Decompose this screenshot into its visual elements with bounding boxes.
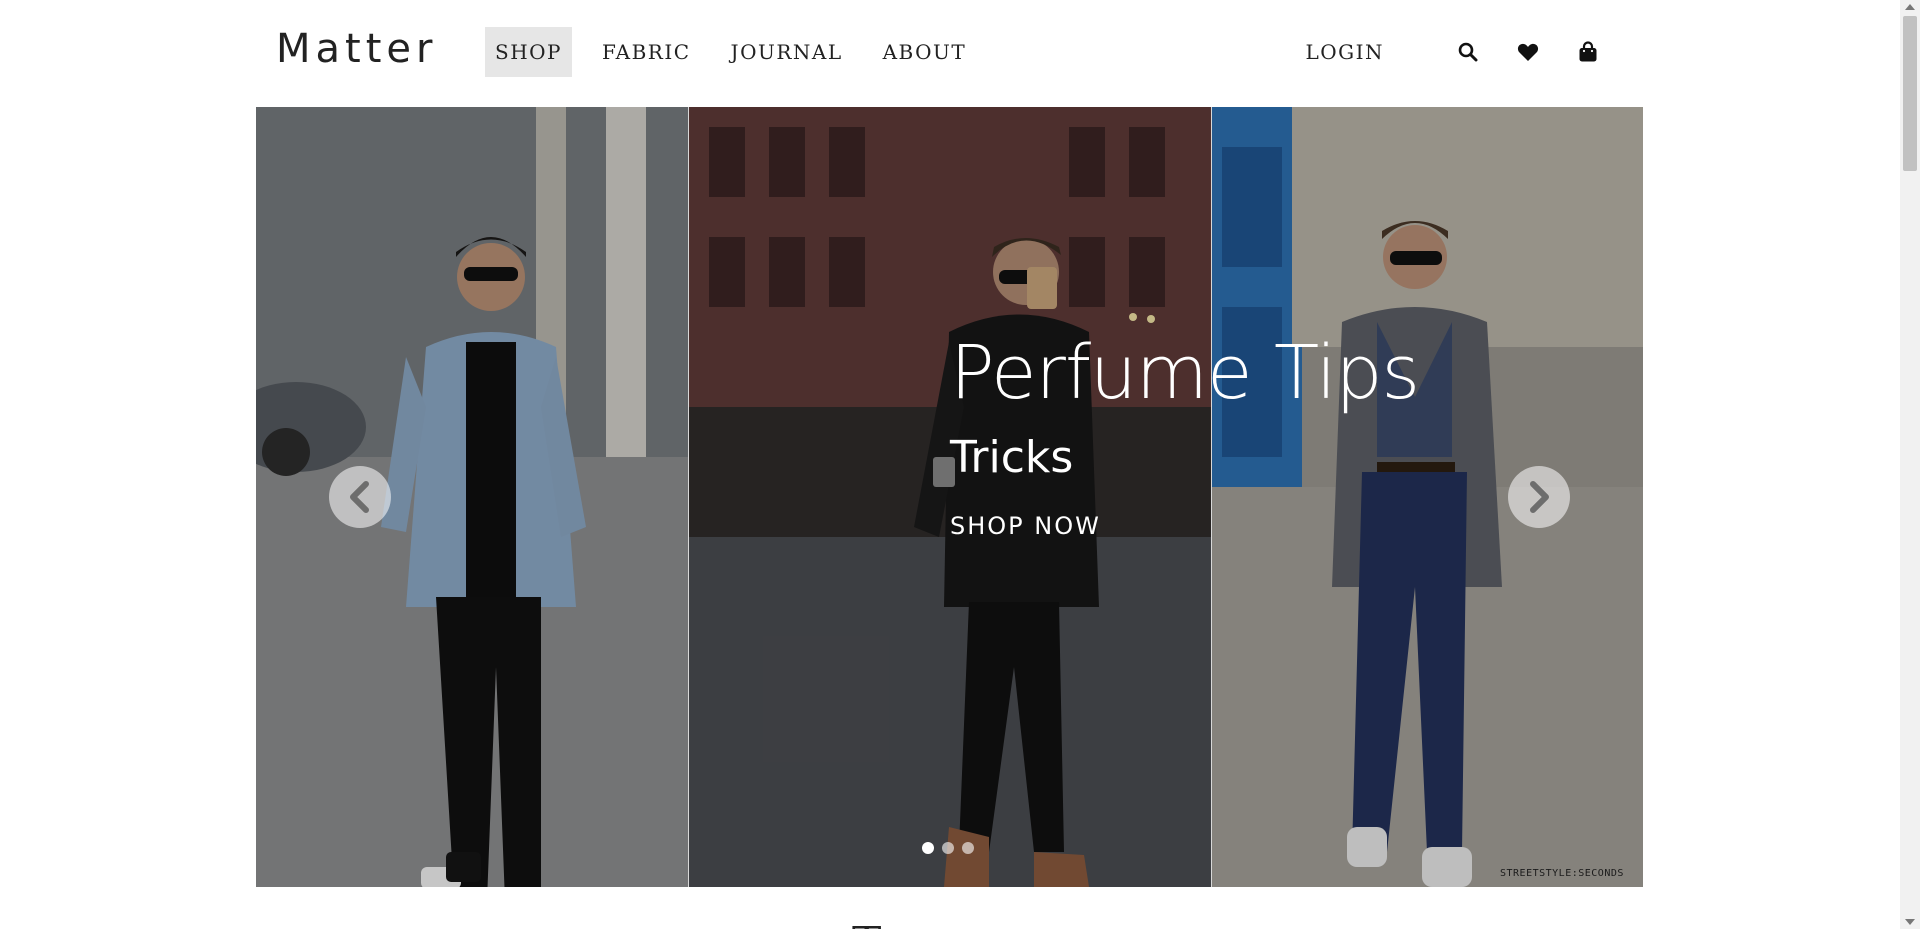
panel-overlay [256,107,688,887]
chevron-left-icon [350,481,369,513]
carousel-next-button[interactable] [1508,466,1570,528]
hero-carousel [256,107,1643,887]
chevron-right-icon [1530,481,1549,513]
carousel-dot-2[interactable] [942,842,954,854]
hero-image-center [689,107,1211,887]
next-section-heading-text: T [852,918,881,929]
search-icon[interactable] [1456,40,1480,64]
nav-item-fabric[interactable]: FABRIC [592,27,701,77]
carousel-prev-button[interactable] [329,466,391,528]
panel-overlay [689,107,1211,887]
shopping-bag-icon[interactable] [1576,40,1600,64]
login-link[interactable]: LOGIN [1305,40,1384,64]
site-header: Matter SHOP FABRIC JOURNAL ABOUT LOGIN [0,0,1900,107]
nav-item-about[interactable]: ABOUT [873,27,977,77]
next-section-heading: T [852,914,1052,929]
hero-image-right [1212,107,1643,887]
nav-item-shop[interactable]: SHOP [485,27,572,77]
page: Matter SHOP FABRIC JOURNAL ABOUT LOGIN P… [0,0,1920,929]
carousel-indicators [922,842,982,854]
heart-icon[interactable] [1516,40,1540,64]
shop-now-button[interactable]: SHOP NOW [950,512,1101,540]
utility-nav: LOGIN [1305,27,1600,77]
hero-title: Perfume Tips [950,330,1420,416]
scroll-down-arrow-icon[interactable] [1905,919,1915,925]
image-watermark: STREETSTYLE:SECONDS [1500,868,1624,879]
carousel-dot-3[interactable] [962,842,974,854]
scroll-thumb[interactable] [1903,16,1917,171]
scroll-up-arrow-icon[interactable] [1905,4,1915,10]
panel-overlay [1212,107,1643,887]
main-nav: SHOP FABRIC JOURNAL ABOUT [485,27,996,77]
page-scrollbar[interactable] [1900,0,1920,929]
carousel-dot-1[interactable] [922,842,934,854]
hero-subtitle: Tricks [950,432,1074,483]
nav-item-journal[interactable]: JOURNAL [721,27,853,77]
hero-image-left [256,107,688,887]
site-logo[interactable]: Matter [276,26,437,72]
